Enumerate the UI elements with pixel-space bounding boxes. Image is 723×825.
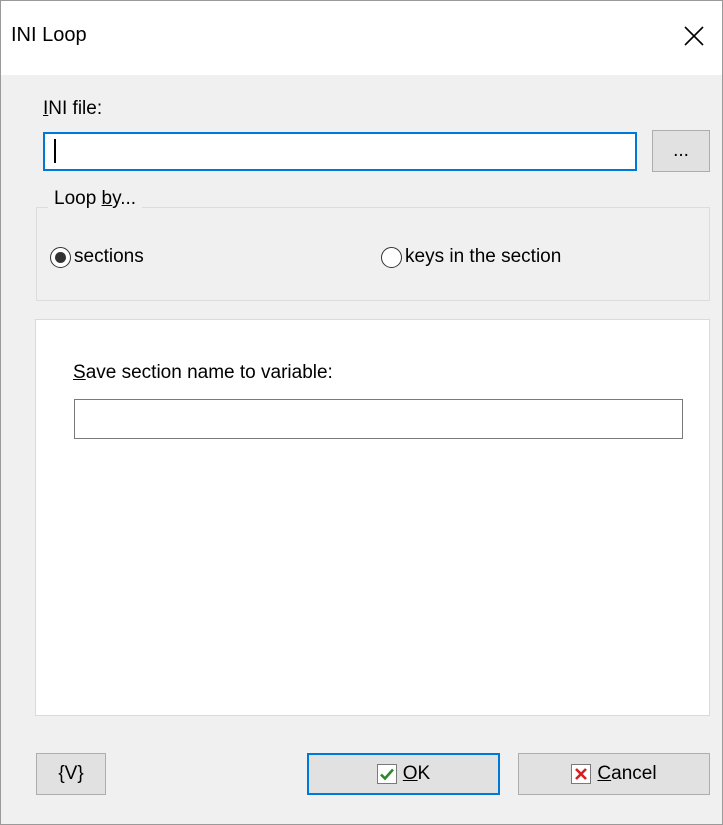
ini-file-input[interactable] bbox=[43, 132, 637, 171]
variables-button[interactable]: {V} bbox=[36, 753, 106, 795]
cancel-button-label: Cancel bbox=[597, 763, 657, 784]
variables-button-label: {V} bbox=[58, 763, 84, 784]
cancel-button[interactable]: Cancel bbox=[518, 753, 710, 795]
variable-name-input[interactable] bbox=[74, 399, 683, 439]
dialog-window: INI Loop INI file: ... Loop by... sectio… bbox=[0, 0, 723, 825]
radio-sections-label: sections bbox=[74, 246, 144, 267]
close-icon bbox=[684, 26, 704, 46]
radio-sections[interactable]: sections bbox=[50, 246, 144, 268]
x-mark-icon bbox=[571, 764, 592, 784]
radio-keys-indicator[interactable] bbox=[381, 246, 402, 268]
loop-by-legend: Loop by... bbox=[48, 188, 143, 210]
checkmark-icon bbox=[376, 764, 397, 784]
ini-file-label: INI file: bbox=[43, 98, 103, 119]
window-title: INI Loop bbox=[11, 24, 87, 46]
radio-sections-indicator[interactable] bbox=[50, 246, 71, 268]
ok-button[interactable]: OK bbox=[307, 753, 500, 795]
title-bar: INI Loop bbox=[1, 1, 722, 75]
radio-selected-dot bbox=[55, 251, 66, 263]
browse-button[interactable]: ... bbox=[652, 130, 710, 172]
ok-button-label: OK bbox=[402, 763, 431, 784]
save-variable-label: Save section name to variable: bbox=[73, 362, 333, 383]
radio-keys-in-section[interactable]: keys in the section bbox=[381, 246, 561, 268]
radio-keys-label: keys in the section bbox=[405, 246, 562, 267]
text-caret bbox=[54, 139, 56, 163]
close-button[interactable] bbox=[666, 1, 722, 71]
